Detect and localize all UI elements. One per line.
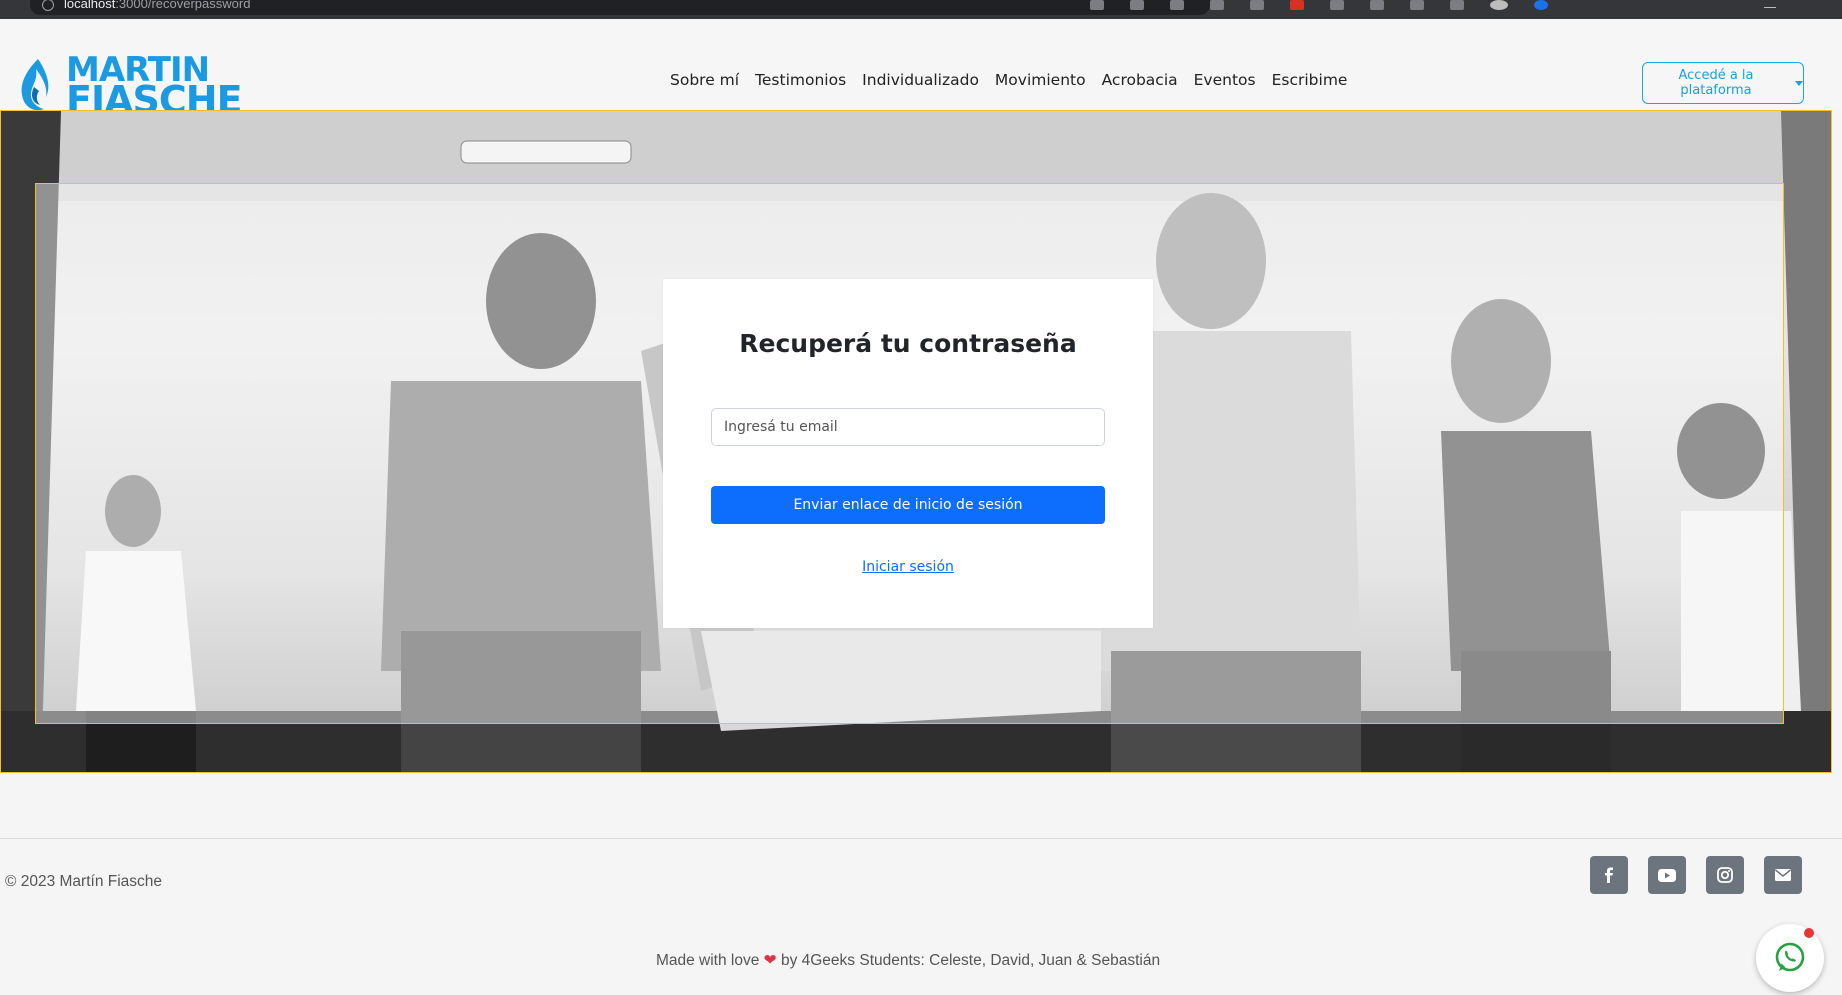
nav-link-acrobacia[interactable]: Acrobacia [1102, 71, 1178, 89]
facebook-icon [1605, 867, 1613, 883]
browser-toolbar: localhost:3000/recoverpassword [0, 0, 1842, 19]
platform-dropdown-button[interactable]: Accedé a la plataforma [1642, 62, 1804, 104]
platform-button-label: Accedé a la plataforma [1678, 68, 1754, 98]
email-input[interactable] [711, 408, 1105, 446]
copyright-text: © 2023 Martín Fiasche [5, 873, 163, 890]
instagram-button[interactable] [1706, 856, 1744, 894]
nav-link-movimiento[interactable]: Movimiento [995, 71, 1086, 89]
puzzle-icon[interactable] [1330, 0, 1344, 10]
translate-icon[interactable] [1130, 0, 1144, 10]
flame-icon [21, 59, 49, 111]
minimize-icon[interactable] [1764, 0, 1776, 8]
credits-suffix: by 4Geeks Students: Celeste, David, Juan… [780, 952, 1161, 969]
settings-icon[interactable] [1450, 0, 1464, 10]
send-link-button[interactable]: Enviar enlace de inicio de sesión [711, 486, 1105, 524]
brand-name: MARTIN FIASCHE [66, 53, 243, 119]
youtube-icon [1658, 868, 1676, 882]
login-link[interactable]: Iniciar sesión [663, 559, 1153, 575]
clipboard-icon[interactable] [1250, 0, 1264, 10]
copilot-icon[interactable] [1534, 0, 1548, 10]
recover-password-card: Recuperá tu contraseña Enviar enlace de … [663, 279, 1153, 628]
url-text: localhost:3000/recoverpassword [64, 0, 250, 11]
nav-links: Sobre mí Testimonios Individualizado Mov… [670, 71, 1347, 89]
media-icon[interactable] [1370, 0, 1384, 10]
profile-avatar[interactable] [1490, 0, 1508, 10]
site-info-icon[interactable] [42, 0, 54, 11]
email-button[interactable] [1764, 856, 1802, 894]
navbar: MARTIN FIASCHE Sobre mí Testimonios Indi… [0, 19, 1842, 119]
brand-logo[interactable]: MARTIN FIASCHE [16, 53, 243, 119]
social-links [1590, 856, 1802, 894]
whatsapp-icon [1775, 942, 1805, 972]
whatsapp-chat-button[interactable] [1756, 924, 1824, 992]
url-path: :3000/recoverpassword [115, 0, 251, 11]
extension-icons [1090, 0, 1548, 12]
credits-text: Made with love ❤ by 4Geeks Students: Cel… [0, 951, 1816, 970]
star-icon[interactable] [1170, 0, 1184, 10]
nav-link-escribime[interactable]: Escribime [1272, 71, 1348, 89]
address-bar[interactable]: localhost:3000/recoverpassword [30, 0, 1210, 15]
nav-link-sobre-mi[interactable]: Sobre mí [670, 71, 739, 89]
url-host: localhost [64, 0, 116, 11]
envelope-icon [1775, 869, 1791, 881]
page-title: Recuperá tu contraseña [739, 329, 1077, 358]
notification-dot [1804, 928, 1814, 938]
instagram-icon [1717, 867, 1733, 883]
nav-link-testimonios[interactable]: Testimonios [755, 71, 846, 89]
caret-down-icon [1795, 80, 1803, 86]
heart-icon: ❤ [763, 952, 777, 969]
split-view-icon[interactable] [1410, 0, 1424, 10]
youtube-button[interactable] [1648, 856, 1686, 894]
extension-icon[interactable] [1210, 0, 1224, 10]
nav-link-eventos[interactable]: Eventos [1194, 71, 1256, 89]
credits-prefix: Made with love [655, 952, 760, 969]
footer-divider [0, 838, 1842, 839]
notification-extension-icon[interactable] [1290, 0, 1304, 10]
pen-icon[interactable] [1090, 0, 1104, 10]
facebook-button[interactable] [1590, 856, 1628, 894]
nav-link-individualizado[interactable]: Individualizado [862, 71, 979, 89]
